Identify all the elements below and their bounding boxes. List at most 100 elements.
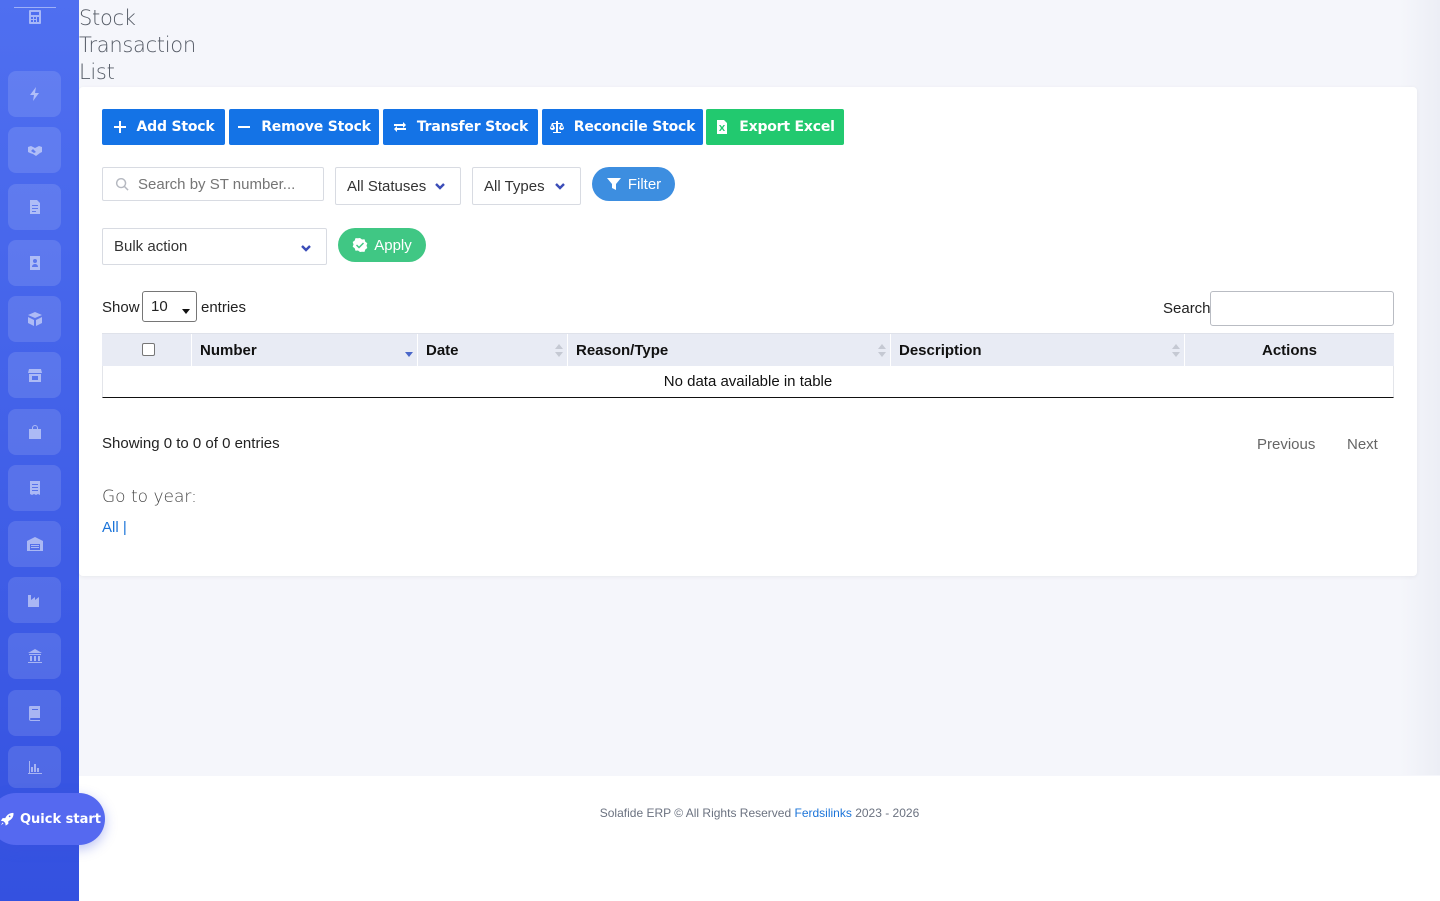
sidebar-item-store[interactable] <box>8 352 61 398</box>
minus-icon <box>238 126 251 128</box>
filter-button[interactable]: Filter <box>592 167 675 201</box>
table-search-input[interactable] <box>1210 291 1394 326</box>
balance-scale-icon <box>549 121 564 133</box>
chevron-down-icon <box>434 179 446 191</box>
sidebar-item-contacts[interactable] <box>8 240 61 286</box>
column-actions-label: Actions <box>1261 341 1317 359</box>
column-date-label: Date <box>426 341 459 359</box>
table-search-label: Search <box>1163 300 1211 317</box>
funnel-icon <box>606 178 621 190</box>
page-length-value: 10 <box>151 298 168 315</box>
quick-start-button[interactable]: Quick start <box>0 793 105 845</box>
column-number[interactable]: Number <box>192 334 418 366</box>
select-all-header <box>102 334 192 366</box>
chevron-down-icon <box>300 241 312 253</box>
double-check-icon <box>352 238 368 252</box>
sidebar-item-chart[interactable] <box>8 746 61 788</box>
sidebar-item-calculator[interactable] <box>8 0 61 39</box>
column-reason-type-label: Reason/Type <box>576 341 669 359</box>
footer-text: Solafide ERP © All Rights Reserved Ferds… <box>79 806 1440 820</box>
handshake-icon <box>27 146 42 156</box>
remove-stock-label: Remove Stock <box>261 119 371 135</box>
export-excel-button[interactable]: Export Excel <box>706 109 844 145</box>
factory-icon <box>27 595 39 607</box>
bolt-icon <box>29 87 39 101</box>
column-reason-type[interactable]: Reason/Type <box>568 334 891 366</box>
entries-label: entries <box>201 299 247 316</box>
column-actions: Actions <box>1185 334 1394 366</box>
sort-icon <box>878 344 886 357</box>
sidebar-item-handshake[interactable] <box>8 127 61 173</box>
sort-desc-icon <box>405 344 413 357</box>
transfer-stock-label: Transfer Stock <box>416 119 529 135</box>
st-number-search-input[interactable] <box>138 175 308 193</box>
document-icon <box>29 200 40 214</box>
bulk-action-value: Bulk action <box>114 238 188 255</box>
shopping-bag-icon <box>28 425 41 439</box>
column-description-label: Description <box>899 341 982 359</box>
calculator-icon <box>28 10 41 24</box>
contact-book-icon <box>29 256 40 270</box>
type-select[interactable]: All Types <box>472 167 581 205</box>
footer-years: 2023 - 2026 <box>855 806 920 820</box>
add-stock-button[interactable]: Add Stock <box>102 109 225 145</box>
footer-copyright: Solafide ERP © All Rights Reserved <box>599 806 792 820</box>
previous-page-button[interactable]: Previous <box>1257 436 1315 453</box>
sidebar <box>0 0 79 901</box>
bank-icon <box>27 649 42 663</box>
sidebar-item-book[interactable] <box>8 690 61 736</box>
sidebar-item-bank[interactable] <box>8 633 61 679</box>
export-excel-label: Export Excel <box>739 119 835 135</box>
next-page-button[interactable]: Next <box>1347 436 1378 453</box>
table-info: Showing 0 to 0 of 0 entries <box>102 435 280 452</box>
remove-stock-button[interactable]: Remove Stock <box>229 109 379 145</box>
apply-button[interactable]: Apply <box>338 228 426 262</box>
column-number-label: Number <box>200 341 257 359</box>
status-select[interactable]: All Statuses <box>335 167 461 205</box>
chart-icon <box>27 761 42 774</box>
page-length-select[interactable]: 10 <box>142 291 197 322</box>
add-stock-label: Add Stock <box>136 119 215 135</box>
bulk-action-select[interactable]: Bulk action <box>102 228 327 265</box>
sidebar-item-document[interactable] <box>8 184 61 230</box>
type-select-value: All Types <box>484 177 545 195</box>
footer: Solafide ERP © All Rights Reserved Ferds… <box>79 776 1440 901</box>
page-title: Stock Transaction List <box>79 6 196 84</box>
footer-company-link[interactable]: Ferdsilinks <box>794 806 851 820</box>
transfer-stock-button[interactable]: Transfer Stock <box>383 109 538 145</box>
sort-icon <box>555 344 563 357</box>
warehouse-icon <box>26 537 43 551</box>
sidebar-item-bolt[interactable] <box>8 71 61 117</box>
sidebar-item-factory[interactable] <box>8 577 61 623</box>
column-date[interactable]: Date <box>418 334 568 366</box>
exchange-arrows-icon <box>393 122 406 132</box>
reconcile-stock-label: Reconcile Stock <box>573 119 696 135</box>
apply-label: Apply <box>374 236 412 254</box>
year-link-all[interactable]: All | <box>102 519 127 536</box>
sidebar-item-warehouse[interactable] <box>8 521 61 567</box>
rocket-icon <box>0 812 14 826</box>
sort-icon <box>1172 344 1180 357</box>
filter-label: Filter <box>627 175 662 193</box>
quick-start-label: Quick start <box>20 811 101 827</box>
select-all-checkbox[interactable] <box>142 343 155 356</box>
receipt-icon <box>29 481 40 495</box>
store-icon <box>27 369 42 382</box>
reconcile-stock-button[interactable]: Reconcile Stock <box>542 109 703 145</box>
empty-table-message: No data available in table <box>663 373 833 390</box>
status-select-value: All Statuses <box>347 177 427 195</box>
chevron-down-icon <box>554 179 566 191</box>
column-description[interactable]: Description <box>891 334 1185 366</box>
st-number-search[interactable] <box>102 167 324 201</box>
book-icon <box>28 706 40 721</box>
table-empty-row: No data available in table <box>102 366 1394 398</box>
sidebar-item-box[interactable] <box>8 296 61 342</box>
plus-icon <box>113 121 126 133</box>
stock-transaction-card: Add Stock Remove Stock Transfer Stock Re… <box>79 87 1417 576</box>
table-header: Number Date Reason/Type Description Acti… <box>102 333 1394 366</box>
chevron-down-icon <box>181 303 191 314</box>
search-icon <box>115 177 130 192</box>
sidebar-item-shopping[interactable] <box>8 409 61 455</box>
sidebar-item-receipt[interactable] <box>8 465 61 511</box>
excel-file-icon <box>717 120 728 134</box>
